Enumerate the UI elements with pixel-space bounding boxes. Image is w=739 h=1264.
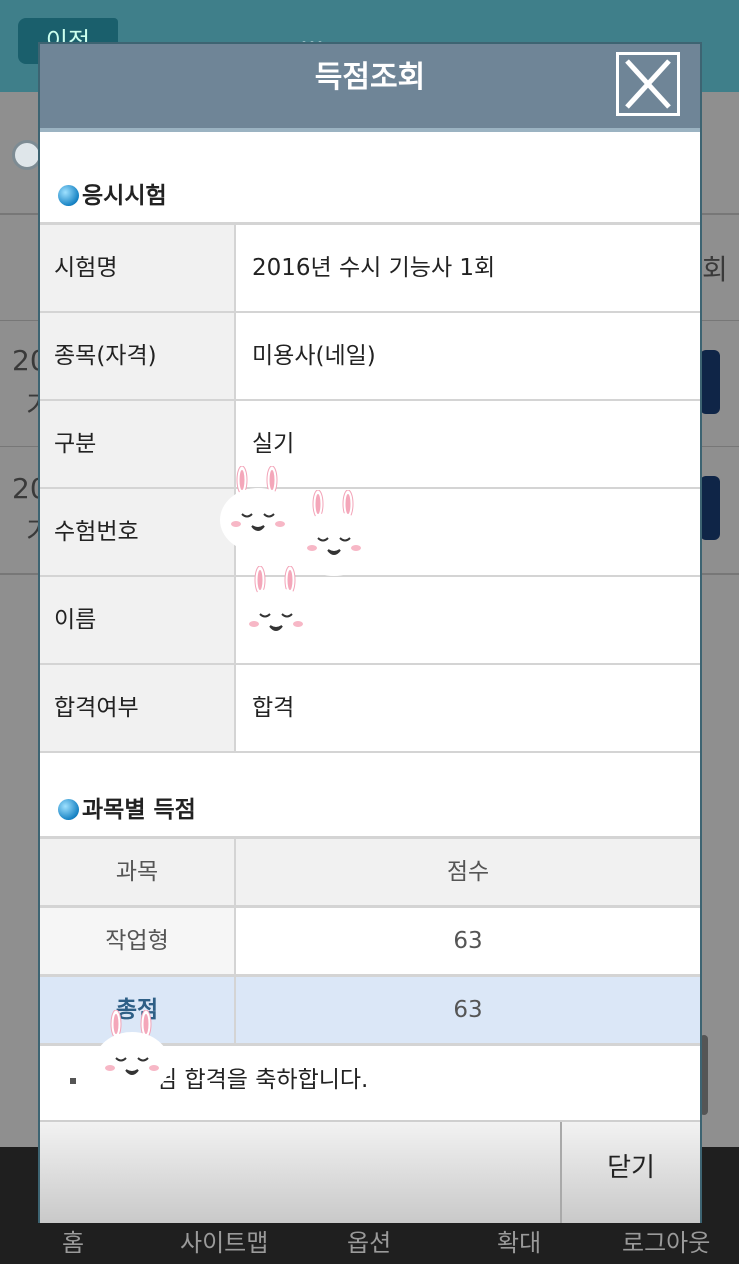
section-title-scores: 과목별 득점 bbox=[58, 790, 196, 824]
info-label: 수험번호 bbox=[40, 489, 236, 575]
close-x-icon bbox=[625, 59, 671, 109]
column-header-subject: 과목 bbox=[40, 839, 236, 905]
info-value: 미용사(네일) bbox=[252, 343, 376, 369]
info-row-exam-name: 시험명 2016년 수시 기능사 1회 bbox=[40, 225, 700, 313]
dialog-footer: 닫기 bbox=[40, 1120, 700, 1223]
bunny-sticker-icon bbox=[220, 466, 296, 552]
bunny-sticker-icon bbox=[94, 1010, 170, 1096]
section-title-scores-label: 과목별 득점 bbox=[82, 797, 196, 823]
info-label: 종목(자격) bbox=[40, 313, 236, 399]
info-row-pass-status: 합격여부 합격 bbox=[40, 665, 700, 753]
total-score: 63 bbox=[453, 997, 483, 1023]
info-label: 시험명 bbox=[40, 225, 236, 311]
info-value: 합격 bbox=[252, 695, 295, 721]
footer-logout: 로그아웃 bbox=[622, 1229, 711, 1257]
info-row-category: 구분 실기 bbox=[40, 401, 700, 489]
score-cell: 63 bbox=[453, 928, 483, 954]
congratulations-text: 님 합격을 축하합니다. bbox=[156, 1067, 369, 1093]
info-row-subject: 종목(자격) 미용사(네일) bbox=[40, 313, 700, 401]
background-row-button bbox=[700, 350, 720, 414]
footer-home: 홈 bbox=[62, 1229, 85, 1257]
close-x-button[interactable] bbox=[616, 52, 680, 116]
bullet-dot-icon bbox=[58, 799, 79, 820]
bullet-dot-icon bbox=[58, 185, 79, 206]
table-row: 작업형 63 bbox=[40, 908, 700, 977]
score-table-header: 과목 점수 bbox=[40, 839, 700, 908]
exam-info-table: 시험명 2016년 수시 기능사 1회 종목(자격) 미용사(네일) 구분 실기… bbox=[40, 222, 700, 753]
background-table-header: 회 bbox=[702, 253, 728, 286]
subject-cell: 작업형 bbox=[40, 908, 236, 974]
column-header-score: 점수 bbox=[446, 859, 490, 885]
background-row-button bbox=[700, 476, 720, 540]
info-label: 합격여부 bbox=[40, 665, 236, 751]
footer-sitemap: 사이트맵 bbox=[180, 1229, 269, 1257]
dialog-header: 득점조회 bbox=[40, 44, 700, 132]
footer-options: 옵션 bbox=[347, 1229, 392, 1257]
info-label: 이름 bbox=[40, 577, 236, 663]
close-button[interactable]: 닫기 bbox=[562, 1122, 700, 1223]
dialog-title: 득점조회 bbox=[314, 60, 426, 95]
info-label: 구분 bbox=[40, 401, 236, 487]
footer-zoom: 확대 bbox=[497, 1229, 542, 1257]
bullet-icon bbox=[70, 1077, 76, 1084]
info-row-name: 이름 bbox=[40, 577, 700, 665]
info-value: 2016년 수시 기능사 1회 bbox=[252, 255, 496, 281]
section-title-exam: 응시시험 bbox=[58, 176, 167, 210]
bunny-sticker-icon bbox=[238, 566, 314, 652]
section-title-exam-label: 응시시험 bbox=[82, 183, 167, 209]
